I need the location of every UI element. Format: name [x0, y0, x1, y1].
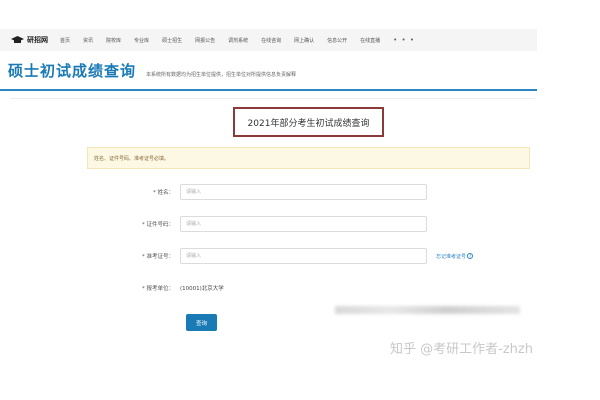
nav-item-info[interactable]: 信息公开	[327, 37, 347, 44]
help-icon: ?	[467, 253, 474, 259]
nav-item-confirm[interactable]: 网上确认	[294, 37, 314, 44]
page-header: 硕士初试成绩查询 本系统所有数据均为招生单位提供，招生单位对所提供信息负责解释	[8, 60, 538, 81]
nav-item-schools[interactable]: 院校库	[106, 37, 121, 44]
watermark: 知乎 @考研工作者-zhzh	[390, 342, 533, 357]
query-heading: 2021年部分考生初试成绩查询	[247, 118, 370, 129]
blurred-region	[335, 306, 520, 314]
name-label: * 姓名：	[153, 190, 174, 196]
nav-item-notices[interactable]: 网报公告	[195, 37, 215, 44]
id-number-input[interactable]	[180, 216, 427, 232]
nav-item-adjustment[interactable]: 调剂系统	[228, 37, 248, 44]
forgot-exam-number-link[interactable]: 忘记准考证号 ?	[436, 253, 474, 260]
nav-item-live[interactable]: 在线直播	[360, 37, 380, 44]
required-notice: 姓名、证件号码、准考证号必填。	[87, 147, 530, 169]
graduation-cap-icon	[11, 36, 24, 43]
exam-number-label: * 准考证号：	[142, 254, 174, 260]
id-row: * 证件号码：	[100, 216, 427, 232]
name-row: * 姓名：	[100, 184, 427, 200]
query-button[interactable]: 查询	[186, 314, 217, 331]
school-label: * 报考单位：	[142, 286, 174, 292]
top-navigation: 研招网 首页 资讯 院校库 专业库 硕士招生 网报公告 调剂系统 在线咨询 网上…	[0, 29, 537, 51]
nav-item-admission[interactable]: 硕士招生	[162, 37, 182, 44]
exam-number-input[interactable]	[180, 248, 427, 264]
nav-item-home[interactable]: 首页	[60, 37, 70, 44]
school-row: * 报考单位： (10001)北京大学	[100, 284, 224, 292]
nav-item-news[interactable]: 资讯	[83, 37, 93, 44]
nav-item-consult[interactable]: 在线咨询	[261, 37, 281, 44]
id-label: * 证件号码：	[142, 222, 174, 228]
title-divider	[0, 89, 537, 91]
school-value: (10001)北京大学	[180, 286, 224, 292]
nav-item-majors[interactable]: 专业库	[134, 37, 149, 44]
page-subtitle: 本系统所有数据均为招生单位提供，招生单位对所提供信息负责解释	[146, 72, 297, 78]
notice-text: 姓名、证件号码、准考证号必填。	[94, 155, 170, 162]
site-logo[interactable]: 研招网	[11, 35, 48, 45]
exam-row: * 准考证号： 忘记准考证号 ?	[100, 248, 474, 264]
more-menu-icon[interactable]: • • •	[393, 36, 415, 44]
forgot-exam-number-label: 忘记准考证号	[436, 253, 467, 260]
name-input[interactable]	[180, 184, 427, 200]
query-heading-box: 2021年部分考生初试成绩查询	[233, 107, 384, 137]
page-title: 硕士初试成绩查询	[8, 62, 137, 80]
logo-text: 研招网	[27, 36, 48, 44]
